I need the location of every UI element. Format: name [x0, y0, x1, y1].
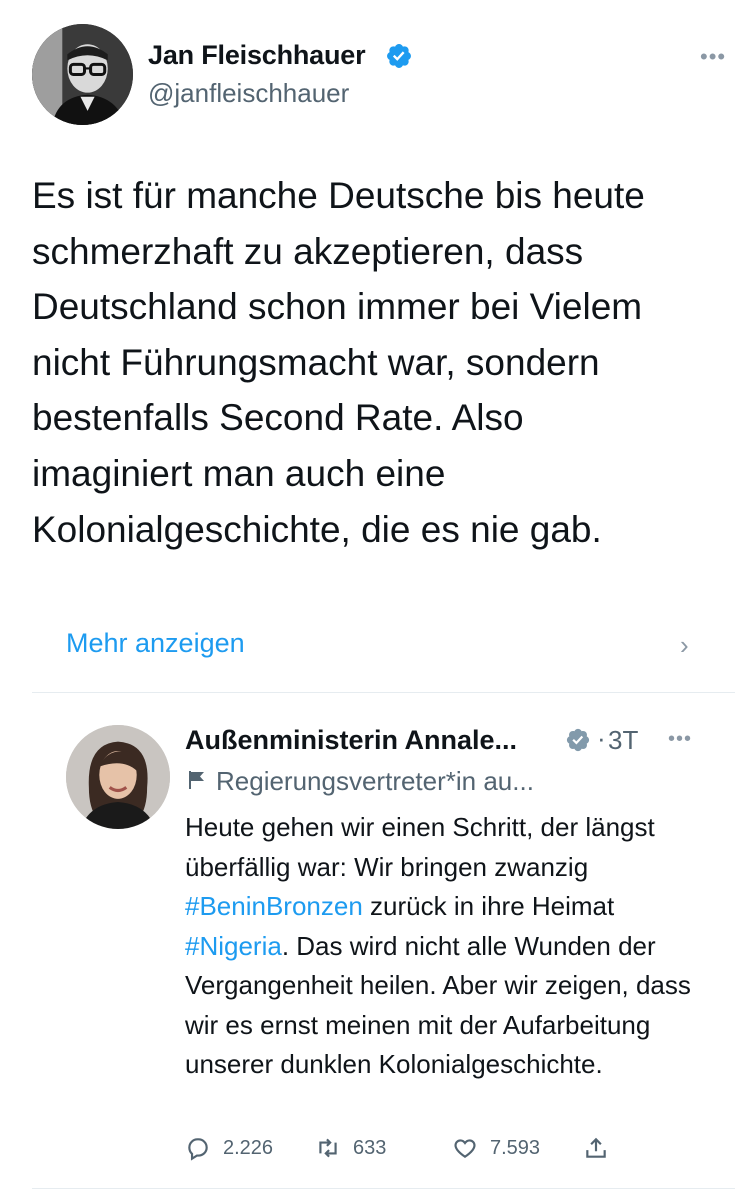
quoted-author-avatar[interactable]	[66, 725, 170, 829]
quoted-tweet-text: Heute gehen wir einen Schritt, der längs…	[185, 808, 725, 1085]
retweet-button[interactable]: 633	[315, 1135, 386, 1161]
retweet-count: 633	[353, 1136, 387, 1159]
text-segment: Heute gehen wir einen Schritt, der längs…	[185, 812, 655, 882]
divider	[32, 692, 735, 693]
more-options-icon[interactable]: •••	[668, 728, 692, 751]
author-name[interactable]: Jan Fleischhauer	[148, 40, 366, 71]
reply-count: 2.226	[223, 1136, 274, 1159]
separator-dot: ·	[597, 723, 606, 753]
verified-badge-icon	[566, 728, 590, 752]
heart-icon	[454, 1139, 476, 1158]
government-label[interactable]: Regierungsvertreter*in au...	[216, 766, 534, 797]
author-avatar[interactable]	[32, 24, 133, 125]
more-options-icon[interactable]: •••	[700, 44, 726, 70]
verified-badge-icon	[387, 44, 411, 68]
show-more-link[interactable]: Mehr anzeigen	[66, 628, 245, 659]
hashtag-link[interactable]: #BeninBronzen	[185, 891, 363, 921]
tweet-timestamp[interactable]: 3T	[608, 725, 638, 756]
reply-icon	[188, 1138, 208, 1161]
reply-button[interactable]: 2.226	[185, 1135, 273, 1161]
divider	[32, 1188, 735, 1189]
profile-photo-icon	[32, 24, 133, 125]
text-segment: zurück in ihre Heimat	[362, 891, 615, 921]
share-icon	[586, 1137, 606, 1158]
author-handle[interactable]: @janfleischhauer	[148, 78, 349, 109]
retweet-icon	[319, 1138, 337, 1158]
share-button[interactable]	[583, 1135, 609, 1161]
like-button[interactable]: 7.593	[452, 1135, 540, 1161]
chevron-right-icon[interactable]: ›	[680, 630, 689, 661]
quoted-author-name[interactable]: Außenministerin Annale...	[185, 725, 517, 756]
like-count: 7.593	[490, 1136, 541, 1159]
tweet-text: Es ist für manche Deutsche bis heute sch…	[32, 175, 645, 550]
government-flag-icon	[189, 771, 204, 789]
profile-photo-icon	[66, 725, 170, 829]
hashtag-link[interactable]: #Nigeria	[185, 931, 282, 961]
